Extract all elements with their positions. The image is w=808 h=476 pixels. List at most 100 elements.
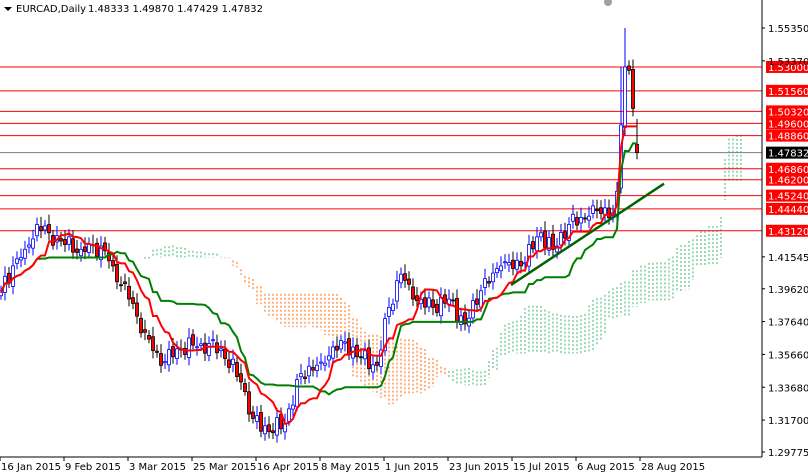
bull-candle bbox=[199, 343, 203, 346]
bull-candle bbox=[495, 268, 499, 274]
bull-candle bbox=[399, 273, 403, 284]
time-tick-label: 16 Jan 2015 bbox=[1, 462, 61, 473]
bull-candle bbox=[19, 257, 23, 261]
bull-candle bbox=[623, 66, 627, 128]
symbol-timeframe: EURCAD,Daily bbox=[16, 4, 86, 15]
bull-candle bbox=[323, 362, 327, 366]
bear-candle bbox=[451, 299, 455, 302]
bear-candle bbox=[487, 281, 491, 284]
bear-candle bbox=[247, 391, 251, 415]
dropdown-triangle-icon[interactable] bbox=[4, 7, 12, 11]
bear-candle bbox=[583, 217, 587, 220]
bull-candle bbox=[315, 364, 319, 371]
candles bbox=[0, 28, 639, 443]
time-tick-label: 25 Mar 2015 bbox=[193, 462, 256, 473]
kijun-sen-line bbox=[0, 142, 637, 396]
bear-candle bbox=[563, 231, 567, 239]
bull-candle bbox=[263, 425, 267, 435]
time-tick-label: 16 Apr 2015 bbox=[257, 462, 319, 473]
bear-candle bbox=[251, 411, 255, 419]
time-tick-label: 1 Jun 2015 bbox=[385, 462, 439, 473]
bear-candle bbox=[155, 350, 159, 353]
price-chart[interactable]: 1.530001.515601.503201.496001.488601.468… bbox=[0, 0, 808, 476]
time-tick-label: 8 May 2015 bbox=[321, 462, 380, 473]
bear-candle bbox=[607, 207, 611, 219]
bear-candle bbox=[631, 69, 635, 109]
bull-candle bbox=[471, 300, 475, 319]
price-axis: 1.55350 1.53370 1.41545 1.39620 1.37640 1.356… bbox=[0, 0, 808, 459]
bull-candle bbox=[319, 361, 323, 364]
level-label: 1.43120 bbox=[768, 227, 808, 238]
bull-candle bbox=[571, 213, 575, 222]
bull-candle bbox=[579, 217, 583, 224]
bear-candle bbox=[415, 295, 419, 302]
bull-candle bbox=[535, 236, 539, 252]
bull-candle bbox=[515, 259, 519, 270]
bear-candle bbox=[71, 238, 75, 253]
bear-candle bbox=[635, 143, 639, 154]
time-tick-label: 15 Jul 2015 bbox=[513, 462, 570, 473]
level-label: 1.49600 bbox=[768, 119, 808, 130]
chart-shift-marker[interactable] bbox=[604, 0, 612, 6]
bull-candle bbox=[11, 265, 15, 287]
price-tick-label: 1.55350 bbox=[768, 24, 808, 35]
price-tick-label: 1.41545 bbox=[768, 253, 808, 264]
bear-candle bbox=[359, 356, 363, 359]
indicator-lines bbox=[0, 125, 665, 425]
bull-candle bbox=[27, 244, 31, 248]
bear-candle bbox=[243, 383, 247, 392]
bear-candle bbox=[235, 362, 239, 377]
bull-candle bbox=[439, 296, 443, 317]
bear-candle bbox=[239, 373, 243, 383]
bull-candle bbox=[427, 297, 431, 308]
bull-candle bbox=[31, 238, 35, 249]
bull-candle bbox=[231, 358, 235, 366]
price-tick-label: 1.33680 bbox=[768, 383, 808, 394]
bear-candle bbox=[191, 334, 195, 346]
chart-header: EURCAD,Daily 1.48333 1.49870 1.47429 1.4… bbox=[4, 4, 263, 15]
bear-candle bbox=[431, 299, 435, 308]
bear-candle bbox=[375, 361, 379, 366]
bull-candle bbox=[371, 364, 375, 373]
current-price-label: 1.47832 bbox=[768, 149, 808, 160]
level-label: 1.44440 bbox=[768, 205, 808, 216]
bear-candle bbox=[135, 302, 139, 317]
bear-candle bbox=[267, 424, 271, 433]
bear-candle bbox=[303, 376, 307, 379]
bull-candle bbox=[207, 343, 211, 356]
bear-candle bbox=[111, 260, 115, 267]
bull-candle bbox=[491, 272, 495, 283]
bear-candle bbox=[423, 297, 427, 308]
bull-candle bbox=[507, 262, 511, 266]
bull-candle bbox=[163, 361, 167, 364]
bull-candle bbox=[187, 337, 191, 358]
level-label: 1.46200 bbox=[768, 176, 808, 187]
bull-candle bbox=[391, 303, 395, 311]
bear-candle bbox=[531, 241, 535, 250]
bear-candle bbox=[147, 335, 151, 340]
horizontal-levels: 1.530001.515601.503201.496001.488601.468… bbox=[0, 60, 808, 238]
bear-candle bbox=[143, 329, 147, 333]
level-label: 1.45240 bbox=[768, 192, 808, 203]
bull-candle bbox=[255, 415, 259, 422]
ohlc-values: 1.48333 1.49870 1.47429 1.47832 bbox=[88, 4, 263, 15]
bull-candle bbox=[219, 348, 223, 352]
bear-candle bbox=[455, 298, 459, 322]
bull-candle bbox=[459, 315, 463, 325]
time-axis: 16 Jan 2015 9 Feb 2015 3 Mar 2015 25 Mar 20… bbox=[0, 457, 705, 473]
bear-candle bbox=[139, 317, 143, 334]
bear-candle bbox=[59, 238, 63, 242]
bear-candle bbox=[63, 239, 67, 245]
bear-candle bbox=[39, 226, 43, 231]
bull-candle bbox=[195, 346, 199, 349]
bull-candle bbox=[275, 417, 279, 436]
bear-candle bbox=[83, 246, 87, 253]
bear-candle bbox=[543, 230, 547, 248]
bear-candle bbox=[347, 338, 351, 356]
time-tick-label: 6 Aug 2015 bbox=[577, 462, 635, 473]
bear-candle bbox=[595, 208, 599, 212]
price-tick-label: 1.53370 bbox=[768, 57, 808, 68]
price-tick-label: 1.39620 bbox=[768, 285, 808, 296]
bull-candle bbox=[79, 248, 83, 257]
bear-candle bbox=[475, 298, 479, 305]
